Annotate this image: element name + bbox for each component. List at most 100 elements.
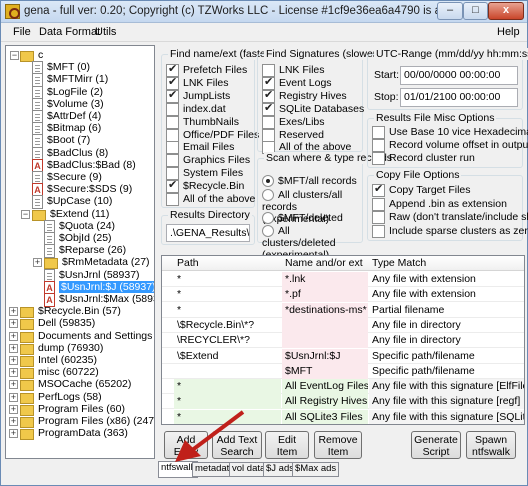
menu-help[interactable]: Help [497,26,520,38]
tree-item-label: $Bitmap (6) [47,122,102,135]
remove-item-label: Remove Item [318,434,358,458]
checkbox-find_name-5[interactable]: Office/PDF Files [166,128,259,142]
table-cell: * [174,379,281,395]
expand-icon[interactable]: + [9,429,18,439]
table-cell: *.lnk [282,272,368,287]
checkbox-label: Raw (don't translate/include slack) [389,211,528,223]
spawn-ntfswalk-button[interactable]: Spawn ntfswalk [466,431,516,459]
tree-item-label: $Secure (9) [47,171,102,183]
expand-icon[interactable]: + [9,307,18,317]
checkbox-icon [372,126,385,139]
file-tree[interactable]: c − $MFT (0) $MFTMirr (1) $LogFile (2) $Volum… [5,45,155,459]
expand-icon[interactable]: + [9,380,18,390]
expand-icon[interactable]: + [9,404,18,414]
checkbox-label: System Files [183,167,244,180]
table-cell: *.pf [282,287,368,303]
table-cell: Specific path/filename [372,364,475,377]
table-cell [282,333,368,349]
expand-icon[interactable]: + [9,331,18,341]
expand-icon[interactable]: + [9,417,18,426]
checkbox-find_name-10[interactable]: All of the above [166,193,255,206]
checkbox-find_name-0[interactable]: Prefetch Files [166,63,247,77]
scan-option-mft-deleted[interactable]: $MFT/deleted [262,212,343,224]
search-table[interactable]: Path Name and/or ext Type Match * *.lnk An… [161,255,525,425]
checkbox-results_misc-2[interactable]: Record cluster run [372,152,475,165]
checkbox-find_sig-2[interactable]: Registry Hives [262,89,347,103]
menu-utils[interactable]: Utils [95,26,116,38]
generate-script-button[interactable]: Generate Script [411,431,461,459]
tree-item-label: $Reparse (26) [59,244,127,257]
scan-option-label: $MFT/deleted [278,212,343,224]
tree-item-label: $AttrDef (4) [47,110,102,122]
checkbox-icon [166,154,179,168]
expand-icon[interactable]: + [33,258,42,268]
results-misc-label: Results File Misc Options [374,112,497,124]
checkbox-find_name-6[interactable]: Email Files [166,141,234,155]
minimize-button[interactable]: – [437,2,463,20]
menu-data-format[interactable]: Data Format [39,26,100,38]
collapse-icon[interactable]: − [21,209,30,219]
tree-item-label: $Secure:$SDS (9) [47,183,133,196]
table-row[interactable]: \$Recycle.Bin\*? Any file in directory [162,317,524,333]
results-directory-input[interactable]: .\GENA_Results\ [166,224,250,242]
checkbox-find_name-7[interactable]: Graphics Files [166,154,250,168]
table-cell: * [177,303,182,316]
stop-input[interactable]: 01/01/2100 00:00:00 [400,88,518,107]
checkbox-copy_opts-1[interactable]: Append .bin as extension [372,197,507,211]
tree-item-label: $Extend (11) [50,207,110,220]
scan-option-mft-all[interactable]: $MFT/all records [262,175,357,187]
checkbox-find_sig-4[interactable]: Exes/Libs [262,115,325,129]
expand-icon[interactable]: + [9,368,18,378]
expand-icon[interactable]: + [9,392,18,402]
expand-icon[interactable]: + [9,343,18,353]
table-cell: All EventLog Files [282,379,368,395]
edit-item-button[interactable]: Edit Item [265,431,309,459]
table-cell: Any file with extension [372,288,476,301]
checkbox-find_sig-3[interactable]: SQLite Databases [262,102,364,116]
checkbox-copy_opts-2[interactable]: Raw (don't translate/include slack) [372,211,528,224]
checkbox-results_misc-1[interactable]: Record volume offset in output [372,139,528,152]
tree-item[interactable]: ProgramData (363) [20,426,128,443]
generate-script-label: Generate Script [414,434,458,458]
menu-file[interactable]: File [13,26,31,38]
header-path[interactable]: Path [177,257,199,269]
find-signatures-label: Find Signatures (slower) [264,48,382,60]
table-row[interactable]: * *.pf Any file with extension [162,287,524,303]
table-cell: $MFT [282,363,368,379]
tab-max-ads[interactable]: $Max ads [292,462,340,477]
table-row[interactable]: \RECYCLER\*? Any file in directory [162,333,524,349]
table-row[interactable]: * *destinations-ms* Partial filename [162,302,524,318]
checkbox-label: All of the above [183,193,256,205]
expand-icon[interactable]: + [9,356,18,365]
checkbox-find_name-9[interactable]: $Recycle.Bin [166,179,244,194]
tree-item-label: $BadClus:$Bad (8) [47,158,136,171]
tree-item-label: Intel (60235) [38,354,97,366]
checkbox-find_name-3[interactable]: index.dat [166,102,226,116]
header-name[interactable]: Name and/or ext [285,257,363,269]
tree-item-label: $Volume (3) [47,97,104,110]
checkbox-results_misc-0[interactable]: Use Base 10 vice Hexadecimal [372,126,528,139]
spawn-ntfswalk-label: Spawn ntfswalk [472,434,510,458]
close-button[interactable]: x [488,2,524,20]
checkbox-find_sig-5[interactable]: Reserved [262,128,324,142]
table-row[interactable]: * All EventLog Files Any file with this si… [162,379,524,395]
table-cell: \$Recycle.Bin\*? [177,318,255,331]
checkbox-find_name-8[interactable]: System Files [166,167,244,181]
checkbox-copy_opts-3[interactable]: Include sparse clusters as zeros [372,224,528,238]
radio-icon [262,189,274,201]
tree-item-label: $Boot (7) [47,134,91,147]
checkbox-icon [166,141,179,155]
header-type[interactable]: Type Match [372,257,426,269]
table-row[interactable]: $MFT Specific path/filename [162,363,524,379]
table-cell: Any file in directory [372,318,461,331]
expand-icon[interactable]: + [9,319,18,329]
checkbox-copy_opts-0[interactable]: Copy Target Files [372,183,471,197]
checkbox-find_name-2[interactable]: JumpLists [166,89,230,103]
checkbox-find_name-4[interactable]: ThumbNails [166,115,239,129]
remove-item-button[interactable]: Remove Item [314,431,362,459]
collapse-icon[interactable]: − [10,51,19,60]
table-row[interactable]: * *.lnk Any file with extension [162,272,524,287]
maximize-button[interactable]: □ [463,2,488,20]
start-input[interactable]: 00/00/0000 00:00:00 [400,66,518,85]
table-row[interactable]: \$Extend $UsnJrnl:$J Specific path/filenam… [162,348,524,364]
